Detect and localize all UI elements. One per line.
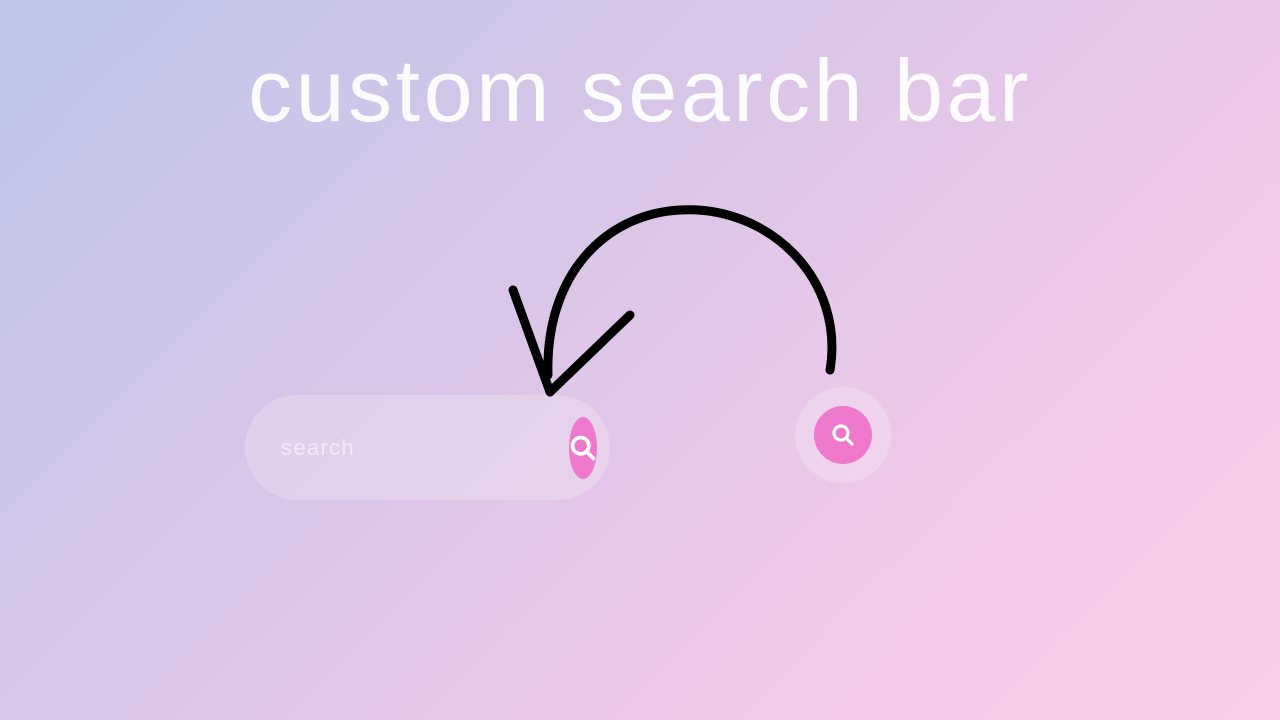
search-icon xyxy=(569,434,597,462)
search-icon xyxy=(831,423,855,447)
search-button[interactable] xyxy=(569,417,597,479)
arrow-icon xyxy=(500,200,850,400)
search-bar-collapsed[interactable] xyxy=(795,387,891,483)
search-input[interactable] xyxy=(281,435,569,461)
search-bar-expanded xyxy=(245,395,610,500)
page-title: custom search bar xyxy=(0,40,1280,142)
search-button-inner xyxy=(814,406,872,464)
